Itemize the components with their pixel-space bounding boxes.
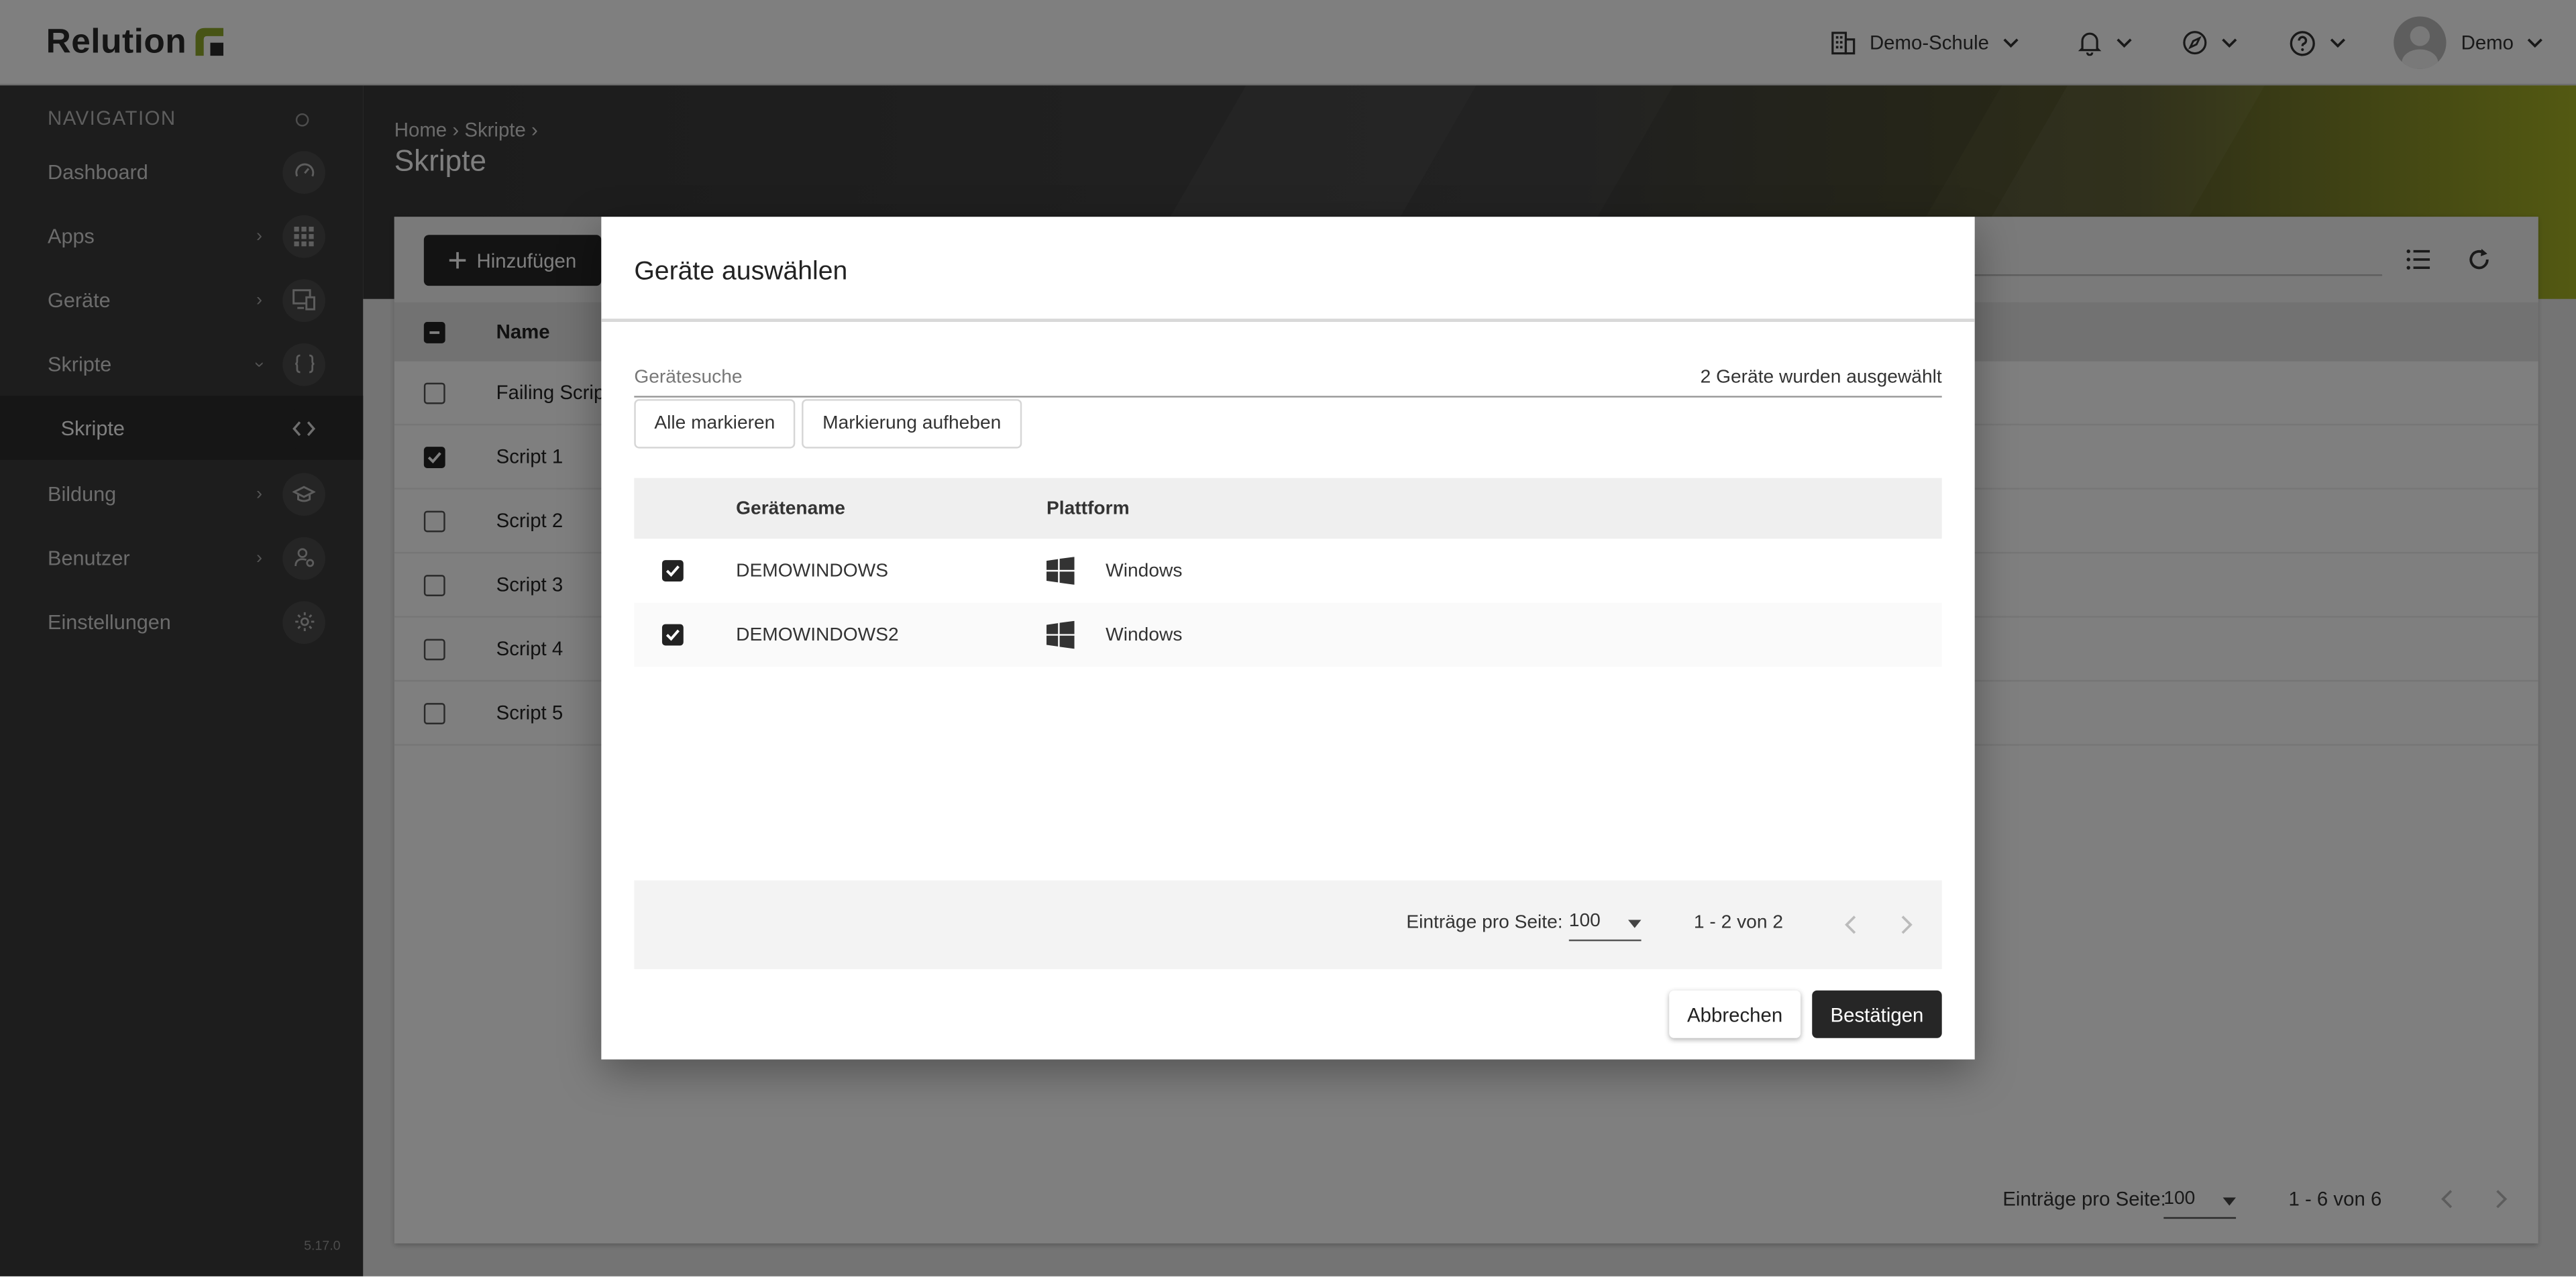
app-root: Relution Demo-Schule (0, 0, 2576, 1276)
caret-down-icon (1627, 920, 1642, 928)
deselect-all-button[interactable]: Markierung aufheben (802, 399, 1022, 449)
confirm-button[interactable]: Bestätigen (1812, 990, 1942, 1038)
column-header-platform[interactable]: Plattform (1046, 498, 1130, 518)
platform-icon-wrap (1046, 620, 1075, 654)
next-page-icon[interactable] (1898, 915, 1914, 934)
platform-name: Windows (1106, 624, 1183, 645)
divider (601, 319, 1975, 323)
device-table-header: Gerätename Plattform (634, 478, 1942, 539)
column-header-device-name[interactable]: Gerätename (736, 498, 845, 518)
device-name: DEMOWINDOWS2 (736, 624, 899, 645)
device-checkbox[interactable] (661, 624, 684, 646)
pagination-range: 1 - 2 von 2 (1693, 913, 1784, 934)
search-underline (634, 396, 1942, 398)
per-page-label: Einträge pro Seite: (1406, 913, 1563, 934)
per-page-value: 100 (1568, 911, 1601, 932)
device-checkbox[interactable] (661, 560, 684, 581)
prev-page-icon[interactable] (1843, 915, 1860, 934)
select-devices-dialog: Geräte auswählen Gerätesuche 2 Geräte wu… (601, 217, 1975, 1060)
dialog-title: Geräte auswählen (634, 258, 848, 286)
device-table-footer: Einträge pro Seite: 100 1 - 2 von 2 (634, 880, 1942, 969)
windows-icon (1046, 620, 1075, 649)
per-page-select[interactable]: 100 (1568, 911, 1642, 942)
device-row[interactable]: DEMOWINDOWS Windows (634, 539, 1942, 603)
device-search-input[interactable]: Gerätesuche (634, 368, 742, 388)
windows-icon (1046, 557, 1075, 585)
platform-name: Windows (1106, 561, 1183, 581)
device-row[interactable]: DEMOWINDOWS2 Windows (634, 602, 1942, 667)
selected-count: 2 Geräte wurden ausgewählt (1700, 368, 1942, 388)
device-name: DEMOWINDOWS (736, 561, 889, 581)
select-all-button[interactable]: Alle markieren (634, 399, 796, 449)
cancel-button[interactable]: Abbrechen (1669, 990, 1801, 1038)
platform-icon-wrap (1046, 557, 1075, 590)
